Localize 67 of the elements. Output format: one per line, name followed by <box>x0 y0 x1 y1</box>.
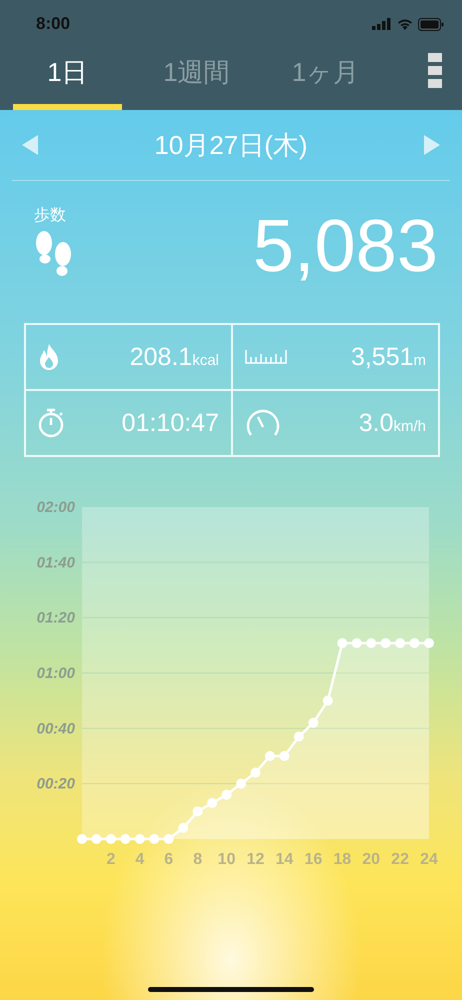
data-point <box>120 834 130 844</box>
steps-label: 歩数 <box>34 206 66 226</box>
data-point <box>164 834 174 844</box>
data-point <box>236 778 246 789</box>
period-tab[interactable]: 1週間 <box>142 48 251 110</box>
y-axis-label: 02:00 <box>36 499 75 516</box>
data-point <box>222 790 232 800</box>
period-tab[interactable]: 1ヶ月 <box>271 48 380 110</box>
y-axis-label: 00:40 <box>36 720 75 738</box>
x-axis-label: 4 <box>135 851 144 868</box>
speedometer-icon <box>245 409 281 437</box>
x-axis-label: 16 <box>304 851 322 868</box>
wifi-icon <box>397 18 413 30</box>
stat-value: 3,551m <box>350 342 426 372</box>
data-point <box>178 822 188 833</box>
x-axis-label: 24 <box>420 851 438 868</box>
footprints-icon <box>34 230 74 278</box>
x-axis-label: 22 <box>391 851 409 868</box>
period-tab[interactable]: 1日 <box>13 48 122 110</box>
x-axis-label: 12 <box>246 851 264 868</box>
y-axis-label: 01:40 <box>36 554 75 572</box>
x-axis-label: 2 <box>106 851 116 868</box>
x-axis-label: 14 <box>276 851 294 868</box>
data-point <box>77 834 87 844</box>
status-time: 8:00 <box>36 14 70 34</box>
data-point <box>149 834 160 844</box>
data-point <box>192 806 203 816</box>
data-point <box>207 798 218 808</box>
x-axis-label: 6 <box>164 851 174 868</box>
next-day-button[interactable] <box>424 135 440 155</box>
flame-icon <box>38 343 60 371</box>
x-axis-label: 10 <box>218 851 236 868</box>
x-axis-label: 8 <box>193 851 202 868</box>
data-point <box>279 751 290 761</box>
data-point <box>366 638 376 648</box>
previous-day-button[interactable] <box>22 135 38 155</box>
data-point <box>106 834 116 844</box>
battery-icon <box>418 18 444 30</box>
data-point <box>337 638 348 648</box>
data-point <box>410 638 420 648</box>
y-axis-label: 01:00 <box>36 665 75 682</box>
data-point <box>424 638 434 648</box>
data-point <box>395 638 406 648</box>
stopwatch-icon <box>38 408 64 438</box>
data-point <box>264 751 275 761</box>
x-axis-label: 20 <box>362 851 380 868</box>
data-point <box>250 768 260 778</box>
right-triangle-icon <box>424 135 440 155</box>
data-point <box>322 696 333 706</box>
menu-icon <box>428 53 442 89</box>
steps-count: 5,083 <box>252 209 438 283</box>
data-point <box>134 834 145 844</box>
ruler-icon <box>245 350 287 364</box>
data-point <box>380 638 391 648</box>
left-triangle-icon <box>22 135 38 155</box>
stat-value: 3.0km/h <box>358 408 426 438</box>
signal-icon <box>372 18 392 30</box>
data-point <box>294 732 304 742</box>
y-axis-label: 01:20 <box>36 610 75 627</box>
stat-value: 01:10:47 <box>122 408 219 438</box>
data-point <box>308 718 318 728</box>
data-point <box>352 638 362 648</box>
y-axis-label: 00:20 <box>36 776 75 793</box>
stat-value: 208.1kcal <box>130 342 219 372</box>
data-point <box>91 834 102 844</box>
date-title: 10月27日(木) <box>154 128 308 162</box>
x-axis-label: 18 <box>333 851 352 868</box>
